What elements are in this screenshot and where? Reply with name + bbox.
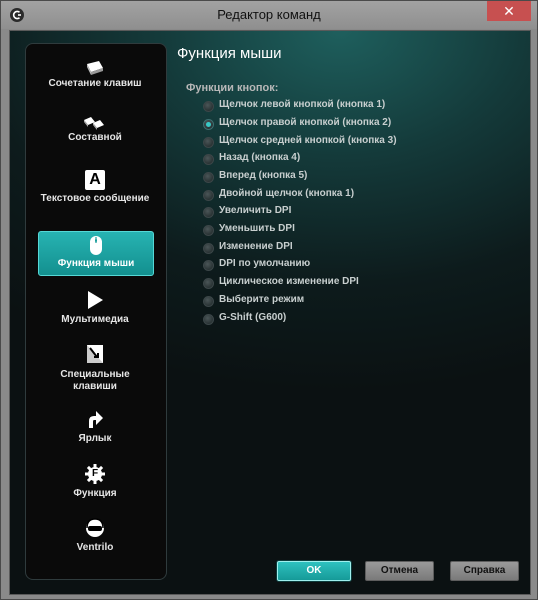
title-bar[interactable]: Редактор команд ✕: [1, 1, 537, 29]
radio-label: Щелчок средней кнопкой (кнопка 3): [219, 135, 397, 146]
radio-button[interactable]: [203, 314, 214, 325]
special-keys-icon: [87, 345, 103, 363]
radio-label: G-Shift (G600): [219, 312, 287, 323]
sidebar-item-label: Мультимедиа: [61, 314, 129, 325]
radio-label: Изменение DPI: [219, 241, 293, 252]
radio-button[interactable]: [203, 243, 214, 254]
window-title: Редактор команд: [217, 7, 321, 22]
radio-button[interactable]: [203, 225, 214, 236]
play-icon: [88, 291, 103, 309]
sidebar-item-label: Функция мыши: [57, 258, 135, 269]
headset-icon: [86, 518, 104, 537]
close-button[interactable]: ✕: [487, 1, 531, 21]
sidebar-item-multikey[interactable]: Составной: [38, 106, 152, 152]
sidebar-item-shortcut[interactable]: Ярлык: [38, 406, 152, 448]
radio-button[interactable]: [203, 296, 214, 307]
radio-label: Двойной щелчок (кнопка 1): [219, 188, 355, 199]
cancel-button[interactable]: Отмена: [365, 561, 434, 581]
ok-button[interactable]: OK: [277, 561, 351, 581]
radio-button[interactable]: [203, 190, 214, 201]
help-button[interactable]: Справка: [450, 561, 519, 581]
sidebar-item-multimedia[interactable]: Мультимедиа: [38, 287, 152, 329]
radio-button[interactable]: [203, 137, 214, 148]
radio-button[interactable]: [203, 260, 214, 271]
radio-button[interactable]: [203, 154, 214, 165]
radio-button[interactable]: [203, 207, 214, 218]
page-title: Функция мыши: [177, 45, 282, 62]
keys-icon: [87, 61, 103, 75]
radio-button-selected[interactable]: [203, 119, 214, 130]
multikey-icon: [84, 117, 104, 130]
radio-label: Увеличить DPI: [219, 205, 292, 216]
close-icon: ✕: [503, 3, 515, 19]
radio-label: Щелчок правой кнопкой (кнопка 2): [219, 117, 392, 128]
radio-label: Вперед (кнопка 5): [219, 170, 308, 181]
sidebar-item-label: Ventrilo: [76, 542, 114, 553]
function-sidebar: Сочетание клавиш Составной A Текстовое с…: [25, 43, 167, 580]
sidebar-item-special-keys[interactable]: Специальные клавиши: [38, 341, 152, 397]
mouse-icon: [90, 236, 102, 255]
command-editor-window: Редактор команд ✕ Сочетание клавиш Соста…: [0, 0, 538, 600]
radio-label: Назад (кнопка 4): [219, 152, 301, 163]
radio-button[interactable]: [203, 172, 214, 183]
sidebar-item-label: Текстовое сообщение: [40, 193, 150, 204]
text-block-icon: A: [85, 170, 105, 190]
sidebar-item-label: Ярлык: [78, 433, 112, 444]
shortcut-arrow-icon: [89, 411, 103, 428]
radio-label: Уменьшить DPI: [219, 223, 295, 234]
sidebar-item-label: Сочетание клавиш: [48, 78, 142, 89]
sidebar-item-function[interactable]: F Функция: [38, 461, 152, 503]
sidebar-item-mouse-function[interactable]: Функция мыши: [38, 231, 154, 276]
sidebar-item-ventrilo[interactable]: Ventrilo: [38, 515, 152, 557]
sidebar-item-text-block[interactable]: A Текстовое сообщение: [38, 166, 152, 222]
radio-button[interactable]: [203, 101, 214, 112]
sidebar-item-label: Специальные клавиши: [60, 369, 130, 392]
sidebar-item-label: Составной: [68, 132, 122, 143]
sidebar-item-label: Функция: [73, 488, 117, 499]
radio-label: Циклическое изменение DPI: [219, 276, 359, 287]
radio-label: DPI по умолчанию: [219, 258, 311, 269]
function-gear-icon: F: [84, 463, 106, 485]
client-area: Сочетание клавиш Составной A Текстовое с…: [9, 30, 531, 595]
sidebar-item-keystroke[interactable]: Сочетание клавиш: [38, 52, 152, 98]
button-functions-label: Функции кнопок:: [186, 82, 279, 94]
radio-label: Щелчок левой кнопкой (кнопка 1): [219, 99, 386, 110]
radio-label: Выберите режим: [219, 294, 305, 305]
radio-button[interactable]: [203, 278, 214, 289]
